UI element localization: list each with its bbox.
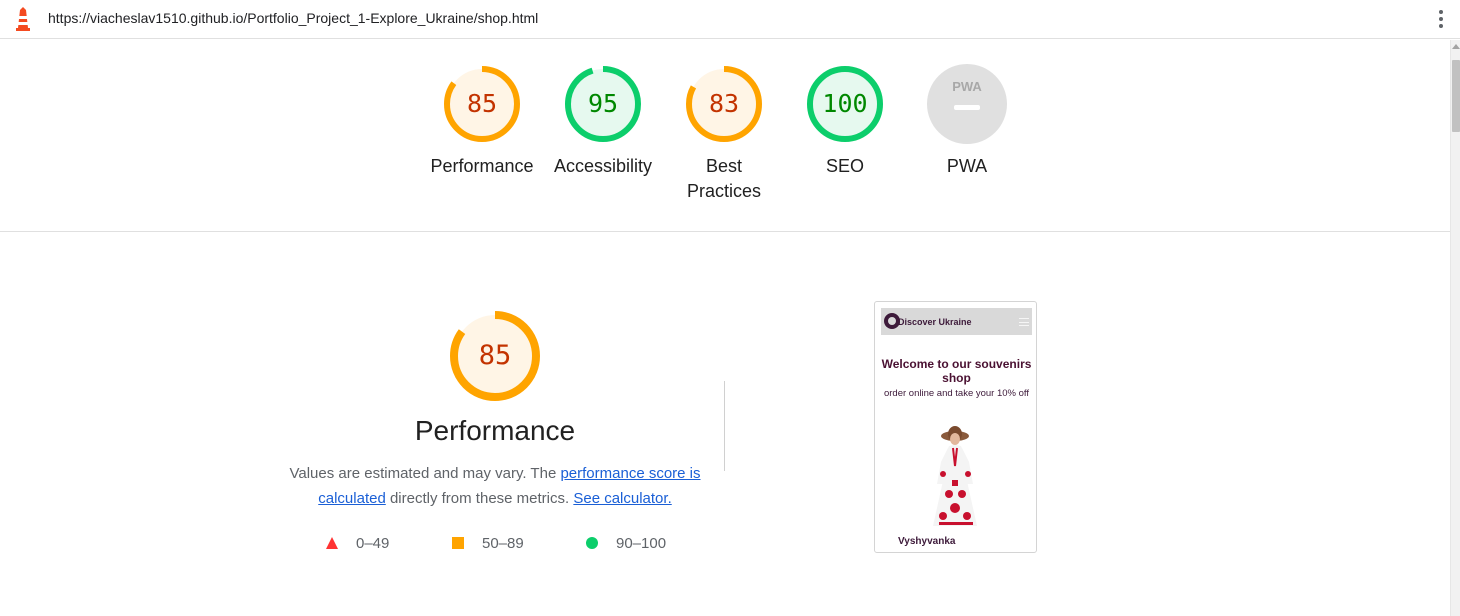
address-bar: https://viacheslav1510.github.io/Portfol…: [0, 0, 1460, 39]
url-text[interactable]: https://viacheslav1510.github.io/Portfol…: [48, 10, 538, 26]
pwa-badge-text: PWA: [952, 79, 982, 94]
score-value: 95: [587, 89, 619, 118]
final-screenshot[interactable]: Discover Ukraine Welcome to our souvenir…: [874, 301, 1037, 553]
legend-label: 90–100: [616, 535, 667, 552]
shop-heading: Welcome to our souvenirs shop: [881, 357, 1032, 385]
vertical-scrollbar[interactable]: [1450, 40, 1460, 616]
performance-gauge-large: 85: [449, 310, 541, 402]
performance-title: Performance: [414, 415, 576, 446]
gauge-best-practices[interactable]: 83 Best Practices: [664, 64, 784, 204]
scrollbar-thumb[interactable]: [1452, 60, 1460, 132]
triangle-icon: [326, 537, 338, 549]
shop-subheading: order online and take your 10% off: [883, 388, 1030, 399]
more-vert-icon[interactable]: [1432, 8, 1450, 30]
lighthouse-icon: [16, 7, 30, 31]
legend-average: 50–89: [452, 533, 542, 553]
gauge-label: Best Practices: [686, 156, 762, 201]
gauge-label: Accessibility: [553, 156, 653, 176]
gauge-label: Performance: [430, 156, 534, 176]
site-brand: Discover Ukraine: [898, 317, 972, 327]
square-icon: [452, 537, 464, 549]
performance-score: 85: [478, 340, 512, 371]
gauge-label: SEO: [825, 156, 864, 176]
legend-fail: 0–49: [326, 533, 416, 553]
description-text-middle: directly from these metrics.: [385, 490, 574, 507]
legend-pass: 90–100: [586, 533, 686, 553]
product-caption: Vyshyvanka: [898, 536, 956, 547]
description-text: Values are estimated and may vary. The: [289, 465, 561, 482]
legend-label: 50–89: [482, 535, 524, 552]
score-value: 83: [708, 89, 740, 118]
score-value: 85: [466, 89, 498, 118]
hamburger-icon: [1019, 318, 1029, 326]
gauge-label: PWA: [946, 156, 988, 176]
gauge-performance[interactable]: 85 Performance: [422, 64, 542, 179]
scroll-up-arrow-icon[interactable]: [1452, 44, 1460, 49]
pwa-badge-icon: PWA: [927, 64, 1007, 144]
vyshyvanka-photo: [933, 426, 977, 526]
performance-description: Values are estimated and may vary. The p…: [280, 461, 710, 511]
site-navbar: Discover Ukraine: [881, 308, 1032, 335]
score-value: 100: [822, 89, 868, 118]
gauge-seo[interactable]: 100 SEO: [785, 64, 905, 179]
circle-icon: [586, 537, 598, 549]
gauge-pwa[interactable]: PWA PWA: [907, 64, 1027, 179]
see-calculator-link[interactable]: See calculator.: [573, 490, 671, 507]
gauge-accessibility[interactable]: 95 Accessibility: [543, 64, 663, 179]
legend-label: 0–49: [356, 535, 390, 552]
vertical-divider: [724, 381, 725, 471]
section-divider: [0, 231, 1450, 232]
